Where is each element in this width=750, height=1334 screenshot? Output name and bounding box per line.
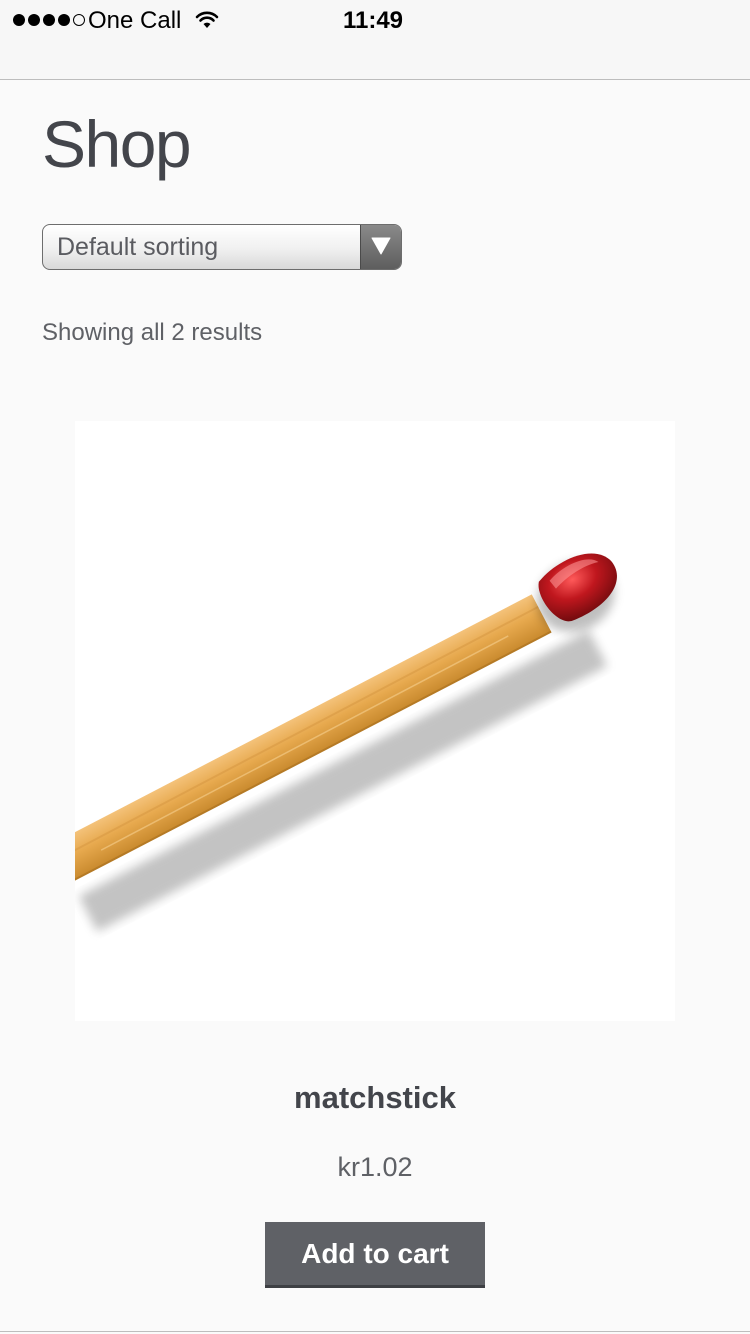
sort-select[interactable]: Default sorting	[42, 224, 402, 270]
product-image[interactable]	[75, 421, 675, 1021]
result-count: Showing all 2 results	[42, 319, 263, 346]
product-name[interactable]: matchstick	[0, 1078, 750, 1118]
add-to-cart-button[interactable]: Add to cart	[265, 1222, 485, 1288]
status-time-text: 11:49	[342, 7, 404, 34]
sort-select-value: Default sorting	[57, 233, 219, 261]
browser-top-bar	[0, 42, 750, 80]
matchstick-image	[75, 553, 617, 932]
chevron-down-icon	[371, 237, 391, 255]
status-time: 11:49	[0, 6, 750, 36]
status-bar: One Call 11:49	[0, 0, 750, 42]
product-price: kr1.02	[337, 1152, 413, 1182]
sort-select-arrow	[360, 225, 401, 269]
divider	[0, 1331, 750, 1332]
page-title: Shop	[42, 107, 192, 181]
